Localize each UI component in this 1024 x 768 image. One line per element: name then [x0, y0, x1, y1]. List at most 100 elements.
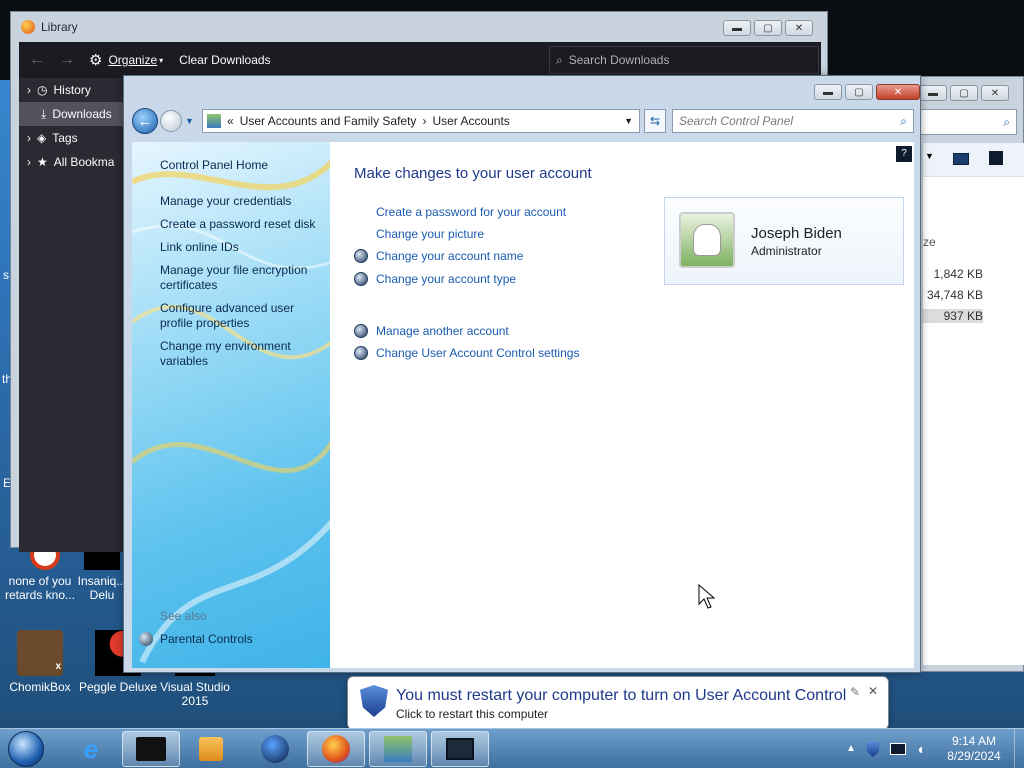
sidebar-item-tags[interactable]: › ◈ Tags [19, 126, 134, 150]
change-picture-link[interactable]: Change your picture [376, 227, 484, 241]
security-shield-icon [360, 685, 388, 717]
file-encryption-certificates-link[interactable]: Manage your file encryption certificates [160, 263, 320, 293]
size-column-header[interactable]: ze [923, 235, 936, 249]
breadcrumb-user-accounts[interactable]: User Accounts [432, 114, 509, 128]
create-password-link[interactable]: Create a password for your account [376, 205, 566, 219]
desktop-icon-chomikbox[interactable]: x ChomikBox [0, 630, 80, 694]
desktop-edge-text: s [3, 268, 9, 282]
minimize-button[interactable]: ▬ [919, 85, 947, 101]
notification-close-icon[interactable]: ✕ [868, 684, 878, 698]
taskbar-window-app[interactable] [431, 731, 489, 767]
uac-shield-icon [354, 249, 368, 263]
environment-variables-link[interactable]: Change my environment variables [160, 339, 310, 369]
password-reset-disk-link[interactable]: Create a password reset disk [160, 217, 315, 232]
breadcrumb-separator[interactable]: › [422, 114, 426, 128]
taskbar-media-player[interactable] [182, 731, 240, 767]
uac-shield-icon [354, 346, 368, 360]
desktop-icon-label: Visual Studio 2015 [160, 680, 230, 708]
sidebar-item-all-bookmarks[interactable]: › ★ All Bookma [19, 150, 134, 174]
control-panel-icon [207, 114, 221, 128]
help-icon[interactable]: ? [896, 146, 912, 162]
taskbar-control-panel[interactable] [369, 731, 427, 767]
expander-icon[interactable]: › [27, 83, 31, 97]
minimize-button[interactable]: ▬ [814, 84, 842, 100]
back-button[interactable]: ← [132, 108, 158, 134]
chevron-down-icon: ▼ [925, 151, 934, 161]
library-titlebar[interactable]: Library [11, 12, 827, 42]
forward-button[interactable] [160, 110, 182, 132]
system-clock[interactable]: 9:14 AM 8/29/2024 [942, 734, 1006, 764]
address-overflow-chevron[interactable]: « [227, 114, 234, 128]
user-account-tile: Joseph Biden Administrator [664, 197, 904, 285]
forward-arrow-icon[interactable]: → [59, 51, 75, 69]
wrench-icon[interactable]: ✎ [850, 685, 860, 699]
refresh-button[interactable]: ⇆ [644, 109, 666, 133]
search-icon: ⌕ [900, 113, 907, 128]
expander-icon[interactable]: › [27, 131, 31, 145]
preview-pane-icon[interactable] [989, 151, 1003, 165]
explorer-window-controls: ▬ ▢ ✕ [919, 85, 1009, 101]
firefox-icon [21, 20, 35, 34]
network-icon[interactable] [890, 743, 906, 755]
taskbar-internet-explorer[interactable]: e [62, 731, 120, 767]
show-desktop-button[interactable] [1014, 729, 1024, 768]
taskbar-terminal-app[interactable] [122, 731, 180, 767]
manage-another-account-link[interactable]: Manage another account [376, 324, 509, 338]
lucky-cat-image [693, 224, 721, 256]
advanced-profile-properties-link[interactable]: Configure advanced user profile properti… [160, 301, 310, 331]
user-role: Administrator [751, 244, 822, 258]
icon-badge: x [55, 661, 61, 672]
maximize-button[interactable]: ▢ [950, 85, 978, 101]
parental-controls-link[interactable]: Parental Controls [160, 632, 253, 647]
change-account-type-link[interactable]: Change your account type [376, 272, 516, 286]
desktop-icon-label: Peggle Deluxe [78, 680, 158, 694]
expander-icon[interactable]: › [27, 155, 31, 169]
action-center-icon[interactable] [866, 741, 880, 757]
sidebar-item-history[interactable]: › ◷ History [19, 78, 134, 102]
search-control-panel-input[interactable]: Search Control Panel ⌕ [672, 109, 914, 133]
explorer-toolbar: ▼ [923, 143, 1024, 177]
recent-pages-dropdown[interactable]: ▼ [185, 116, 194, 126]
minimize-button[interactable]: ▬ [723, 20, 751, 36]
close-button[interactable]: ✕ [785, 20, 813, 36]
library-toolbar: ← → ⚙ Organize ▾ Clear Downloads ⌕ Searc… [19, 42, 821, 78]
tag-icon: ◈ [37, 131, 47, 145]
search-downloads-input[interactable]: ⌕ Search Downloads [549, 46, 819, 74]
chevron-down-icon: ▾ [159, 55, 164, 65]
organize-button[interactable]: Organize [108, 53, 157, 67]
breadcrumb-user-accounts-family-safety[interactable]: User Accounts and Family Safety [240, 114, 417, 128]
show-hidden-icons-button[interactable]: ▲ [846, 743, 856, 754]
change-account-name-link[interactable]: Change your account name [376, 249, 523, 263]
start-button[interactable] [4, 729, 48, 768]
maximize-button[interactable]: ▢ [845, 84, 873, 100]
explorer-search-input[interactable]: ⌕ [915, 109, 1017, 135]
volume-icon[interactable]: ◖ [916, 741, 924, 757]
user-picture-avatar[interactable] [679, 212, 735, 268]
clear-downloads-button[interactable]: Clear Downloads [179, 53, 270, 67]
address-field[interactable]: « User Accounts and Family Safety › User… [202, 109, 640, 133]
manage-credentials-link[interactable]: Manage your credentials [160, 194, 291, 209]
control-panel-home-link[interactable]: Control Panel Home [160, 158, 268, 173]
explorer-content: ▼ ze 1,842 KB 34,748 KB 937 KB [923, 143, 1024, 665]
library-sidebar: › ◷ History ⤓ Downloads › ◈ Tags › ★ All… [19, 78, 134, 552]
clock-icon: ◷ [37, 83, 48, 97]
download-icon: ⤓ [41, 106, 47, 121]
left-navigation-pane: Control Panel Home Manage your credentia… [132, 142, 330, 668]
chevron-down-icon[interactable]: ▼ [624, 116, 633, 126]
close-button[interactable]: ✕ [981, 85, 1009, 101]
taskbar-firefox[interactable] [307, 731, 365, 767]
notification-subtitle[interactable]: Click to restart this computer [396, 707, 548, 721]
uac-settings-link[interactable]: Change User Account Control settings [376, 346, 579, 360]
maximize-button[interactable]: ▢ [754, 20, 782, 36]
internet-explorer-icon: e [83, 733, 99, 764]
uac-restart-notification[interactable]: You must restart your computer to turn o… [347, 676, 889, 730]
user-name: Joseph Biden [751, 225, 842, 242]
taskbar-globe-app[interactable] [246, 731, 304, 767]
sidebar-item-downloads[interactable]: ⤓ Downloads [19, 102, 134, 126]
mouse-cursor-icon [698, 584, 716, 609]
close-button[interactable]: ✕ [876, 84, 920, 100]
address-bar: ← ▼ « User Accounts and Family Safety › … [132, 106, 914, 136]
back-arrow-icon[interactable]: ← [29, 51, 45, 69]
link-online-ids-link[interactable]: Link online IDs [160, 240, 239, 255]
view-icon[interactable] [953, 153, 969, 165]
